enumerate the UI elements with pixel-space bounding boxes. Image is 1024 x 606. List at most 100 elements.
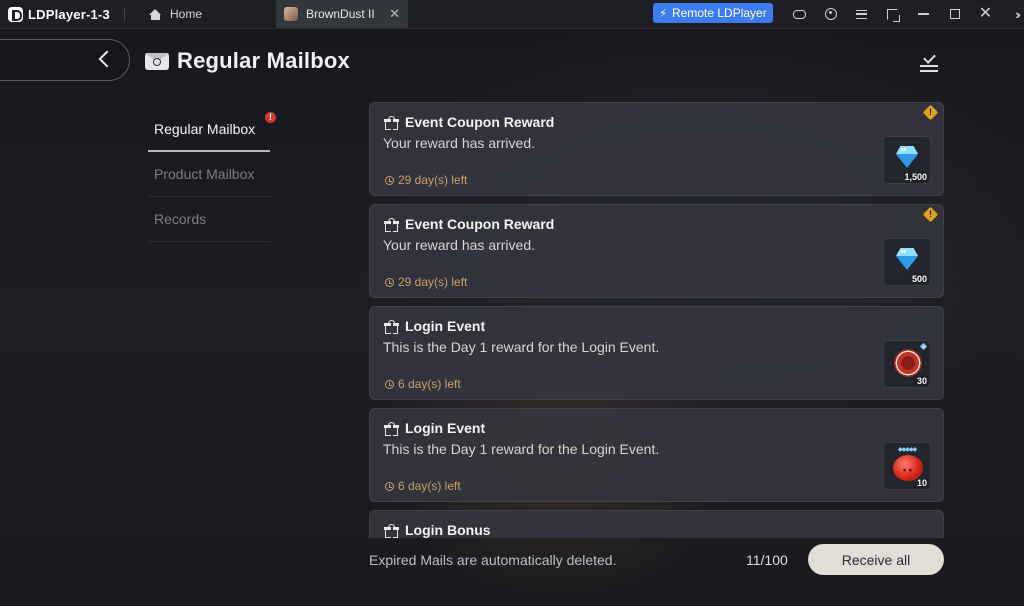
diamond-small-icon: [919, 342, 928, 351]
diamond-gem-icon: [893, 248, 921, 270]
mail-item[interactable]: Login Event This is the Day 1 reward for…: [369, 408, 944, 502]
home-icon: [149, 8, 162, 20]
mail-description: Your reward has arrived.: [383, 237, 536, 253]
mail-description: Your reward has arrived.: [383, 135, 536, 151]
emulator-titlebar: LDPlayer-1-3 Home BrownDust II ✕ ⚡ Remot…: [0, 0, 1024, 29]
mail-item[interactable]: Login Event This is the Day 1 reward for…: [369, 306, 944, 400]
chevron-left-icon: [98, 50, 116, 68]
mail-time-left: 6 day(s) left: [398, 377, 461, 391]
diamond-gem-icon: [893, 146, 921, 168]
mail-item[interactable]: Event Coupon Reward Your reward has arri…: [369, 204, 944, 298]
mail-title: Event Coupon Reward: [405, 114, 555, 130]
reward-quantity: 500: [911, 274, 927, 284]
remote-ldplayer-button[interactable]: ⚡ Remote LDPlayer: [653, 3, 773, 23]
back-button[interactable]: [0, 39, 130, 81]
clock-icon: [385, 379, 394, 389]
close-window-button[interactable]: ✕: [970, 0, 1001, 28]
menu-icon: [856, 9, 867, 19]
mail-time-left: 29 day(s) left: [398, 173, 468, 187]
gamepad-icon: [793, 9, 806, 19]
game-avatar-icon: [284, 7, 299, 21]
mail-title: Login Event: [405, 318, 486, 334]
gift-icon: [384, 422, 399, 436]
gift-icon: [384, 320, 399, 334]
account-button[interactable]: [815, 0, 846, 28]
sidebar-item-label: Regular Mailbox: [154, 120, 256, 137]
clock-icon: [385, 481, 394, 491]
mail-time-left: 6 day(s) left: [398, 479, 461, 493]
reward-slot[interactable]: 500: [883, 238, 931, 286]
close-tab-icon[interactable]: ✕: [389, 6, 400, 22]
reward-slot[interactable]: ◆◆◆◆◆ • • 10: [883, 442, 931, 490]
user-icon: [824, 8, 837, 20]
mail-title: Login Bonus: [405, 522, 491, 538]
mail-expiry: 29 day(s) left: [385, 173, 467, 187]
app-brand: LDPlayer-1-3: [8, 6, 120, 22]
reward-slot[interactable]: 30: [883, 340, 931, 388]
checklist-line: [920, 65, 938, 67]
minimize-button[interactable]: [908, 0, 939, 28]
tab-browndust-label: BrownDust II: [306, 7, 375, 21]
rarity-diamonds-icon: ◆◆◆◆◆: [898, 447, 917, 453]
mail-description: This is the Day 1 reward for the Login E…: [383, 339, 660, 355]
reward-quantity: 30: [916, 376, 927, 386]
mail-title: Event Coupon Reward: [405, 216, 555, 232]
warning-mark: !: [929, 107, 932, 117]
gift-icon: [384, 524, 399, 538]
tab-browndust[interactable]: BrownDust II ✕: [276, 0, 409, 28]
checklist-icon: [923, 51, 936, 64]
reward-slot[interactable]: 1,500: [883, 136, 931, 184]
popout-icon: [887, 8, 900, 22]
maximize-icon: [949, 9, 960, 19]
remote-ldplayer-label: Remote LDPlayer: [672, 6, 767, 20]
sidebar-item-product-mailbox[interactable]: Product Mailbox: [148, 152, 270, 197]
close-icon: ✕: [978, 5, 993, 22]
alert-badge: !: [265, 112, 276, 123]
mail-time-left: 29 day(s) left: [398, 275, 468, 289]
sidebar-item-records[interactable]: Records: [148, 197, 270, 242]
mail-list[interactable]: Event Coupon Reward Your reward has arri…: [369, 102, 944, 538]
mail-item[interactable]: Event Coupon Reward Your reward has arri…: [369, 102, 944, 196]
game-screen: Regular Mailbox Regular Mailbox ! Produc…: [0, 29, 1024, 606]
warning-icon: !: [922, 206, 939, 223]
app-title: LDPlayer-1-3: [28, 6, 110, 22]
envelope-icon: [145, 52, 169, 70]
menu-button[interactable]: [846, 0, 877, 28]
expiry-note: Expired Mails are automatically deleted.: [369, 552, 617, 568]
sidebar-item-label: Product Mailbox: [154, 166, 255, 182]
window-controls: ✕ ››: [784, 0, 1024, 28]
mark-all-read-button[interactable]: [920, 51, 938, 73]
gift-icon: [384, 116, 399, 130]
ldplayer-logo-icon: [8, 6, 23, 22]
mail-expiry: 6 day(s) left: [385, 377, 461, 391]
warning-mark: !: [929, 209, 932, 219]
sidebar-item-label: Records: [154, 211, 207, 227]
sidebar-item-regular-mailbox[interactable]: Regular Mailbox !: [148, 107, 276, 152]
page-title: Regular Mailbox: [177, 48, 350, 73]
clock-icon: [385, 175, 394, 185]
collapse-sidebar-button[interactable]: ››: [1001, 0, 1024, 28]
tab-home-label: Home: [170, 7, 203, 21]
mail-title: Login Event: [405, 420, 486, 436]
reward-quantity: 10: [916, 478, 927, 488]
clock-icon: [385, 277, 394, 287]
gamepad-button[interactable]: [784, 0, 815, 28]
minimize-icon: [918, 13, 929, 15]
reward-quantity: 1,500: [904, 172, 927, 182]
gift-icon: [384, 218, 399, 232]
tab-home[interactable]: Home: [135, 0, 216, 28]
checklist-line: [920, 70, 938, 72]
receive-all-button[interactable]: Receive all: [808, 544, 944, 575]
mail-item[interactable]: Login Bonus: [369, 510, 944, 538]
mail-expiry: 29 day(s) left: [385, 275, 467, 289]
lightning-icon: ⚡: [659, 7, 667, 20]
maximize-button[interactable]: [939, 0, 970, 28]
double-chevron-right-icon: ››: [1015, 6, 1020, 22]
mail-count: 11/100: [746, 552, 788, 568]
popout-button[interactable]: [877, 0, 908, 28]
red-chip-icon: [894, 349, 922, 377]
mail-description: This is the Day 1 reward for the Login E…: [383, 441, 660, 457]
mail-expiry: 6 day(s) left: [385, 479, 461, 493]
warning-icon: !: [922, 104, 939, 121]
page-header: Regular Mailbox: [145, 48, 350, 74]
